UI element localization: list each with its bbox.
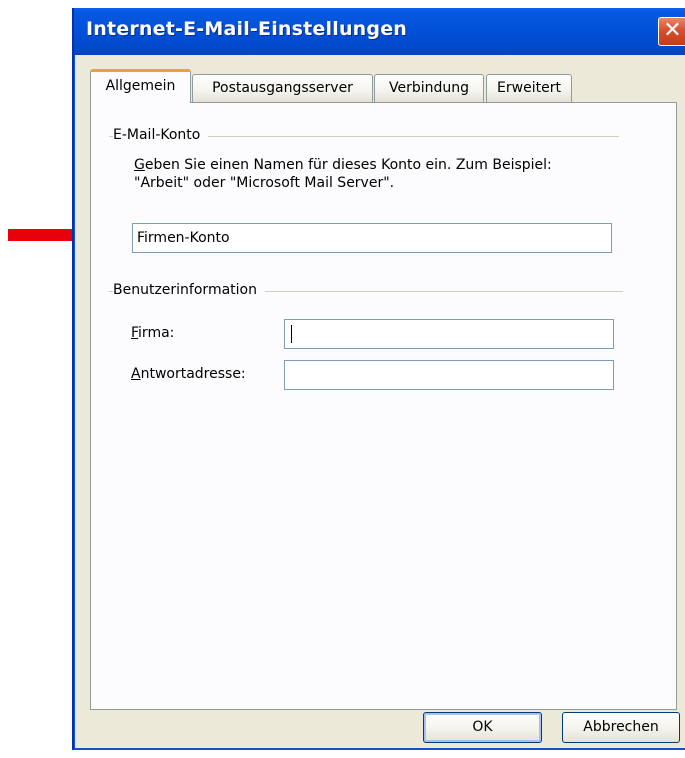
tab-allgemein[interactable]: Allgemein [90, 69, 191, 103]
reply-address-input[interactable] [284, 360, 614, 390]
tab-label: Verbindung [388, 80, 470, 96]
cancel-button-label: Abbrechen [583, 719, 659, 735]
tab-label: Erweitert [497, 80, 561, 96]
group-label-email-account: E-Mail-Konto [113, 127, 209, 143]
dialog-client-area: Allgemein Postausgangsserver Verbindung … [75, 55, 685, 748]
screenshot-stage: Internet-E-Mail-Einstellungen ✕ Allgemei… [0, 0, 685, 758]
tab-label: Postausgangsserver [212, 80, 353, 96]
account-name-value: Firmen-Konto [137, 230, 230, 246]
text-caret [291, 325, 292, 343]
close-icon: ✕ [663, 18, 682, 43]
company-label: Firma: [131, 325, 175, 341]
tab-label: Allgemein [105, 78, 176, 94]
tab-erweitert[interactable]: Erweitert [486, 74, 572, 102]
window-title: Internet-E-Mail-Einstellungen [86, 18, 408, 40]
close-button[interactable]: ✕ [658, 17, 685, 46]
tab-panel-allgemein: E-Mail-Konto Geben Sie einen Namen für d… [90, 102, 677, 710]
account-description-line2: "Arbeit" oder "Microsoft Mail Server". [134, 175, 395, 191]
company-input[interactable] [284, 319, 614, 349]
reply-address-label: Antwortadresse: [131, 366, 246, 382]
account-name-input[interactable]: Firmen-Konto [132, 223, 612, 253]
account-description-line1: Geben Sie einen Namen für dieses Konto e… [134, 157, 552, 173]
dialog-window: Internet-E-Mail-Einstellungen ✕ Allgemei… [72, 8, 685, 750]
tab-postausgangsserver[interactable]: Postausgangsserver [192, 74, 373, 102]
cancel-button[interactable]: Abbrechen [562, 712, 680, 743]
ok-button-label: OK [472, 719, 493, 735]
tab-verbindung[interactable]: Verbindung [374, 74, 484, 102]
ok-button[interactable]: OK [423, 712, 542, 743]
group-label-user-info: Benutzerinformation [113, 282, 265, 298]
title-bar[interactable]: Internet-E-Mail-Einstellungen ✕ [74, 8, 685, 55]
